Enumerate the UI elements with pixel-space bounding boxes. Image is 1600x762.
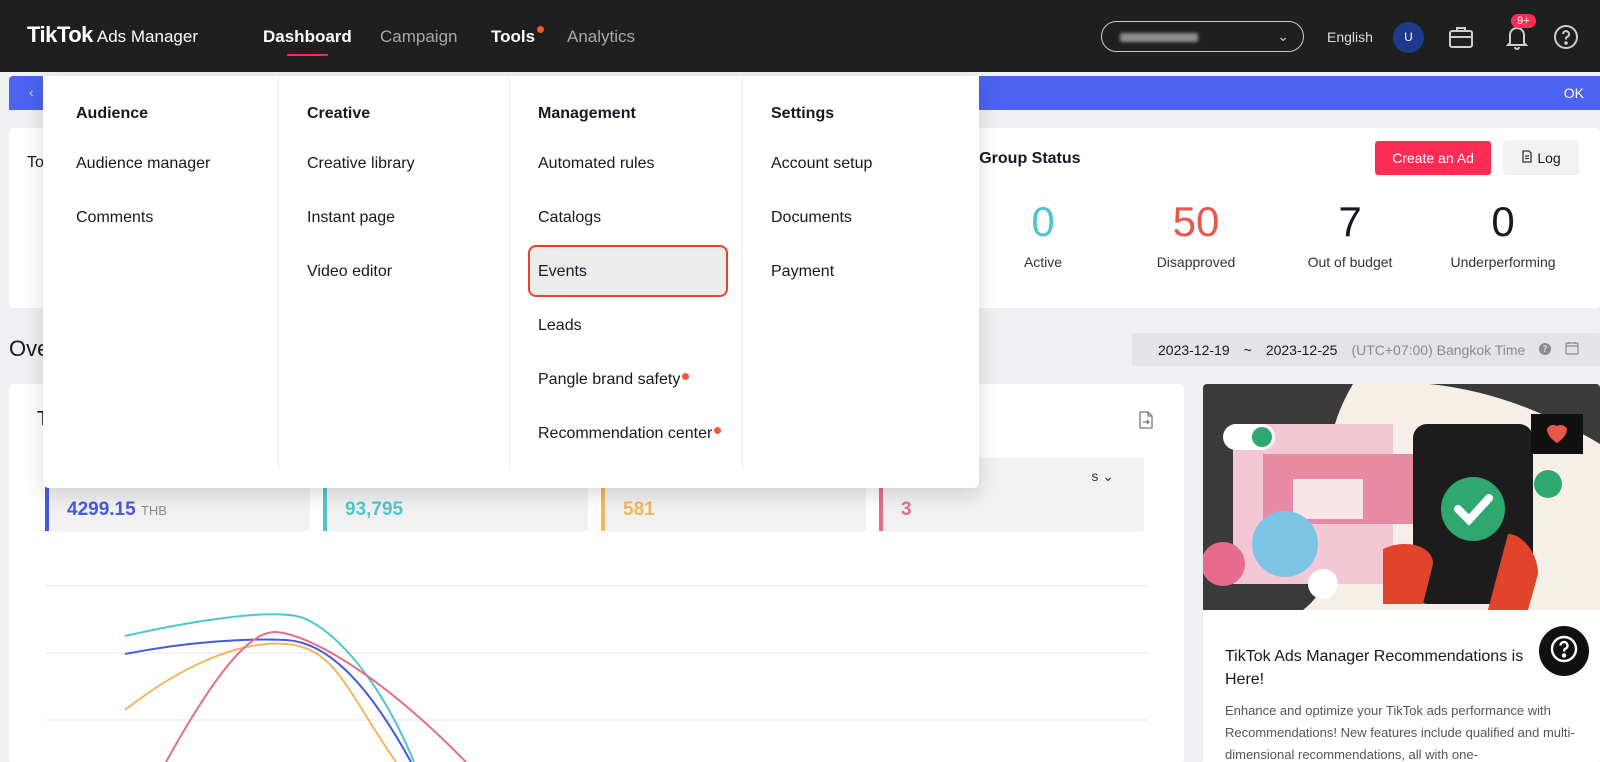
metric-caption[interactable]: s ⌄	[1091, 468, 1114, 485]
menu-item-label: Recommendation center	[538, 425, 713, 442]
menu-heading-management: Management	[538, 105, 636, 122]
date-start: 2023-12-19	[1158, 341, 1230, 358]
recommendation-title: TikTok Ads Manager Recommendations is He…	[1225, 648, 1524, 688]
banner-ok-button[interactable]: OK	[1564, 85, 1584, 101]
help-icon[interactable]	[1551, 22, 1581, 52]
notification-badge: 9+	[1511, 14, 1536, 28]
menu-heading-creative: Creative	[307, 105, 371, 122]
trend-line-chart	[46, 585, 1148, 762]
summary-left-label: To	[27, 154, 44, 171]
logo-brand: TikTok	[27, 22, 93, 47]
chevron-down-icon: ⌄	[1277, 28, 1289, 44]
chevron-left-icon[interactable]: ‹	[29, 84, 34, 100]
menu-item-automated-rules[interactable]: Automated rules	[538, 155, 655, 173]
avatar[interactable]: U	[1393, 22, 1424, 53]
nav-analytics[interactable]: Analytics	[567, 27, 635, 47]
series-line-impressions	[124, 613, 415, 762]
stat-label: Out of budget	[1307, 254, 1393, 270]
series-line-conversions	[165, 630, 467, 762]
timezone-label: (UTC+07:00) Bangkok Time	[1351, 341, 1526, 358]
metric-value: 581	[623, 499, 655, 520]
menu-heading-settings: Settings	[771, 105, 835, 122]
stat-label: Disapproved	[1156, 254, 1236, 270]
menu-item-documents[interactable]: Documents	[771, 209, 852, 227]
metric-caption-label: s	[1091, 468, 1099, 484]
nav-dashboard[interactable]: Dashboard	[263, 27, 352, 56]
stat-label: Underperforming	[1450, 254, 1556, 270]
document-icon	[1521, 150, 1533, 166]
recommendation-illustration	[1203, 384, 1600, 610]
stat-value: 0	[1491, 198, 1515, 245]
menu-item-audience-manager[interactable]: Audience manager	[76, 155, 210, 173]
logo-product: Ads Manager	[96, 27, 198, 46]
log-label: Log	[1537, 150, 1561, 166]
menu-column-audience	[43, 76, 279, 470]
menu-item-label: Pangle brand safety	[538, 371, 681, 388]
nav-tools-label: Tools	[491, 27, 536, 46]
ad-group-status-title: d Group Status	[965, 150, 1081, 167]
calendar-icon	[1565, 341, 1579, 358]
new-indicator-dot	[682, 373, 690, 380]
menu-item-instant-page[interactable]: Instant page	[307, 209, 395, 227]
stat-value: 50	[1172, 198, 1220, 245]
menu-heading-audience: Audience	[76, 105, 149, 122]
info-icon: ?	[1539, 342, 1552, 358]
stat-label: Active	[1023, 254, 1063, 270]
menu-item-payment[interactable]: Payment	[771, 263, 834, 281]
date-end: 2023-12-25	[1265, 341, 1338, 358]
menu-item-events[interactable]: Events	[538, 263, 587, 281]
log-button[interactable]: Log	[1503, 141, 1579, 175]
menu-item-pangle-brand-safety[interactable]: Pangle brand safety	[538, 371, 690, 389]
tools-dropdown-menu	[43, 76, 979, 488]
nav-tools[interactable]: Tools	[491, 26, 545, 47]
menu-item-account-setup[interactable]: Account setup	[771, 155, 872, 173]
menu-item-creative-library[interactable]: Creative library	[307, 155, 415, 173]
menu-item-catalogs[interactable]: Catalogs	[538, 209, 601, 227]
redacted-account-name	[1120, 33, 1198, 42]
menu-item-leads[interactable]: Leads	[538, 317, 582, 335]
create-ad-button[interactable]: Create an Ad	[1375, 141, 1491, 175]
svg-text:?: ?	[1543, 345, 1548, 355]
stat-underperforming[interactable]: 0 Underperforming	[1433, 198, 1573, 270]
new-indicator-dot	[714, 427, 722, 434]
recommendation-description: Enhance and optimize your TikTok ads per…	[1225, 703, 1575, 762]
metric-value: 3	[901, 499, 912, 520]
stat-active[interactable]: 0 Active	[973, 198, 1113, 270]
menu-item-video-editor[interactable]: Video editor	[307, 263, 392, 281]
briefcase-icon[interactable]	[1446, 22, 1476, 52]
export-icon[interactable]	[1138, 411, 1154, 434]
account-selector[interactable]: ⌄	[1101, 21, 1304, 52]
tiktok-ads-manager-logo[interactable]: TikTok Ads Manager	[27, 22, 198, 48]
stat-value: 7	[1338, 198, 1362, 245]
series-line-cost	[124, 638, 412, 762]
stat-out-of-budget[interactable]: 7 Out of budget	[1280, 198, 1420, 270]
chevron-down-icon: ⌄	[1102, 468, 1114, 484]
date-range-picker[interactable]: 2023-12-19 ~ 2023-12-25 (UTC+07:00) Bang…	[1132, 333, 1600, 366]
language-selector[interactable]: English	[1327, 29, 1373, 45]
metric-value: 4299.15	[67, 499, 136, 520]
menu-item-comments[interactable]: Comments	[76, 209, 153, 227]
nav-campaign[interactable]: Campaign	[380, 27, 458, 47]
metric-value-wrap: 4299.15 THB	[67, 499, 167, 521]
metric-value: 93,795	[345, 499, 404, 520]
menu-item-recommendation-center[interactable]: Recommendation center	[538, 425, 722, 443]
metric-unit: THB	[140, 503, 167, 518]
stat-value: 0	[1031, 198, 1055, 245]
date-separator: ~	[1243, 341, 1252, 358]
help-chat-button[interactable]	[1539, 626, 1589, 676]
stat-disapproved[interactable]: 50 Disapproved	[1126, 198, 1266, 270]
question-mark-icon	[1549, 634, 1579, 669]
